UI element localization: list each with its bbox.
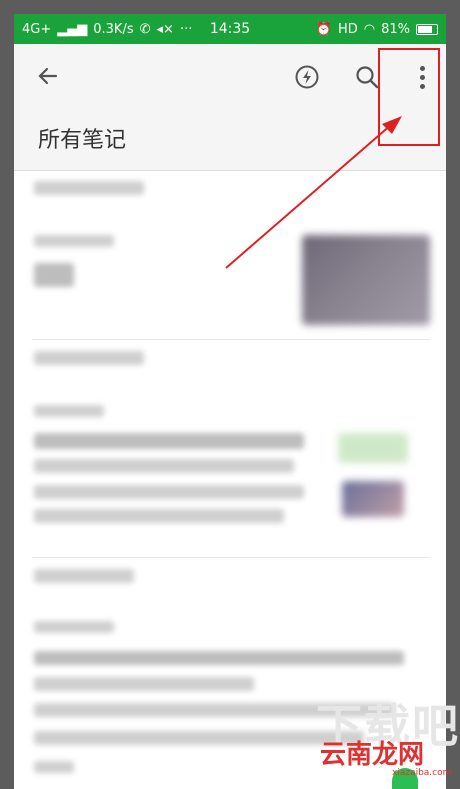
watermark-logo: 云南龙网 [320, 740, 425, 770]
watermark-url: xiazaiba.com [392, 768, 452, 778]
annotation-arrow [225, 116, 402, 269]
